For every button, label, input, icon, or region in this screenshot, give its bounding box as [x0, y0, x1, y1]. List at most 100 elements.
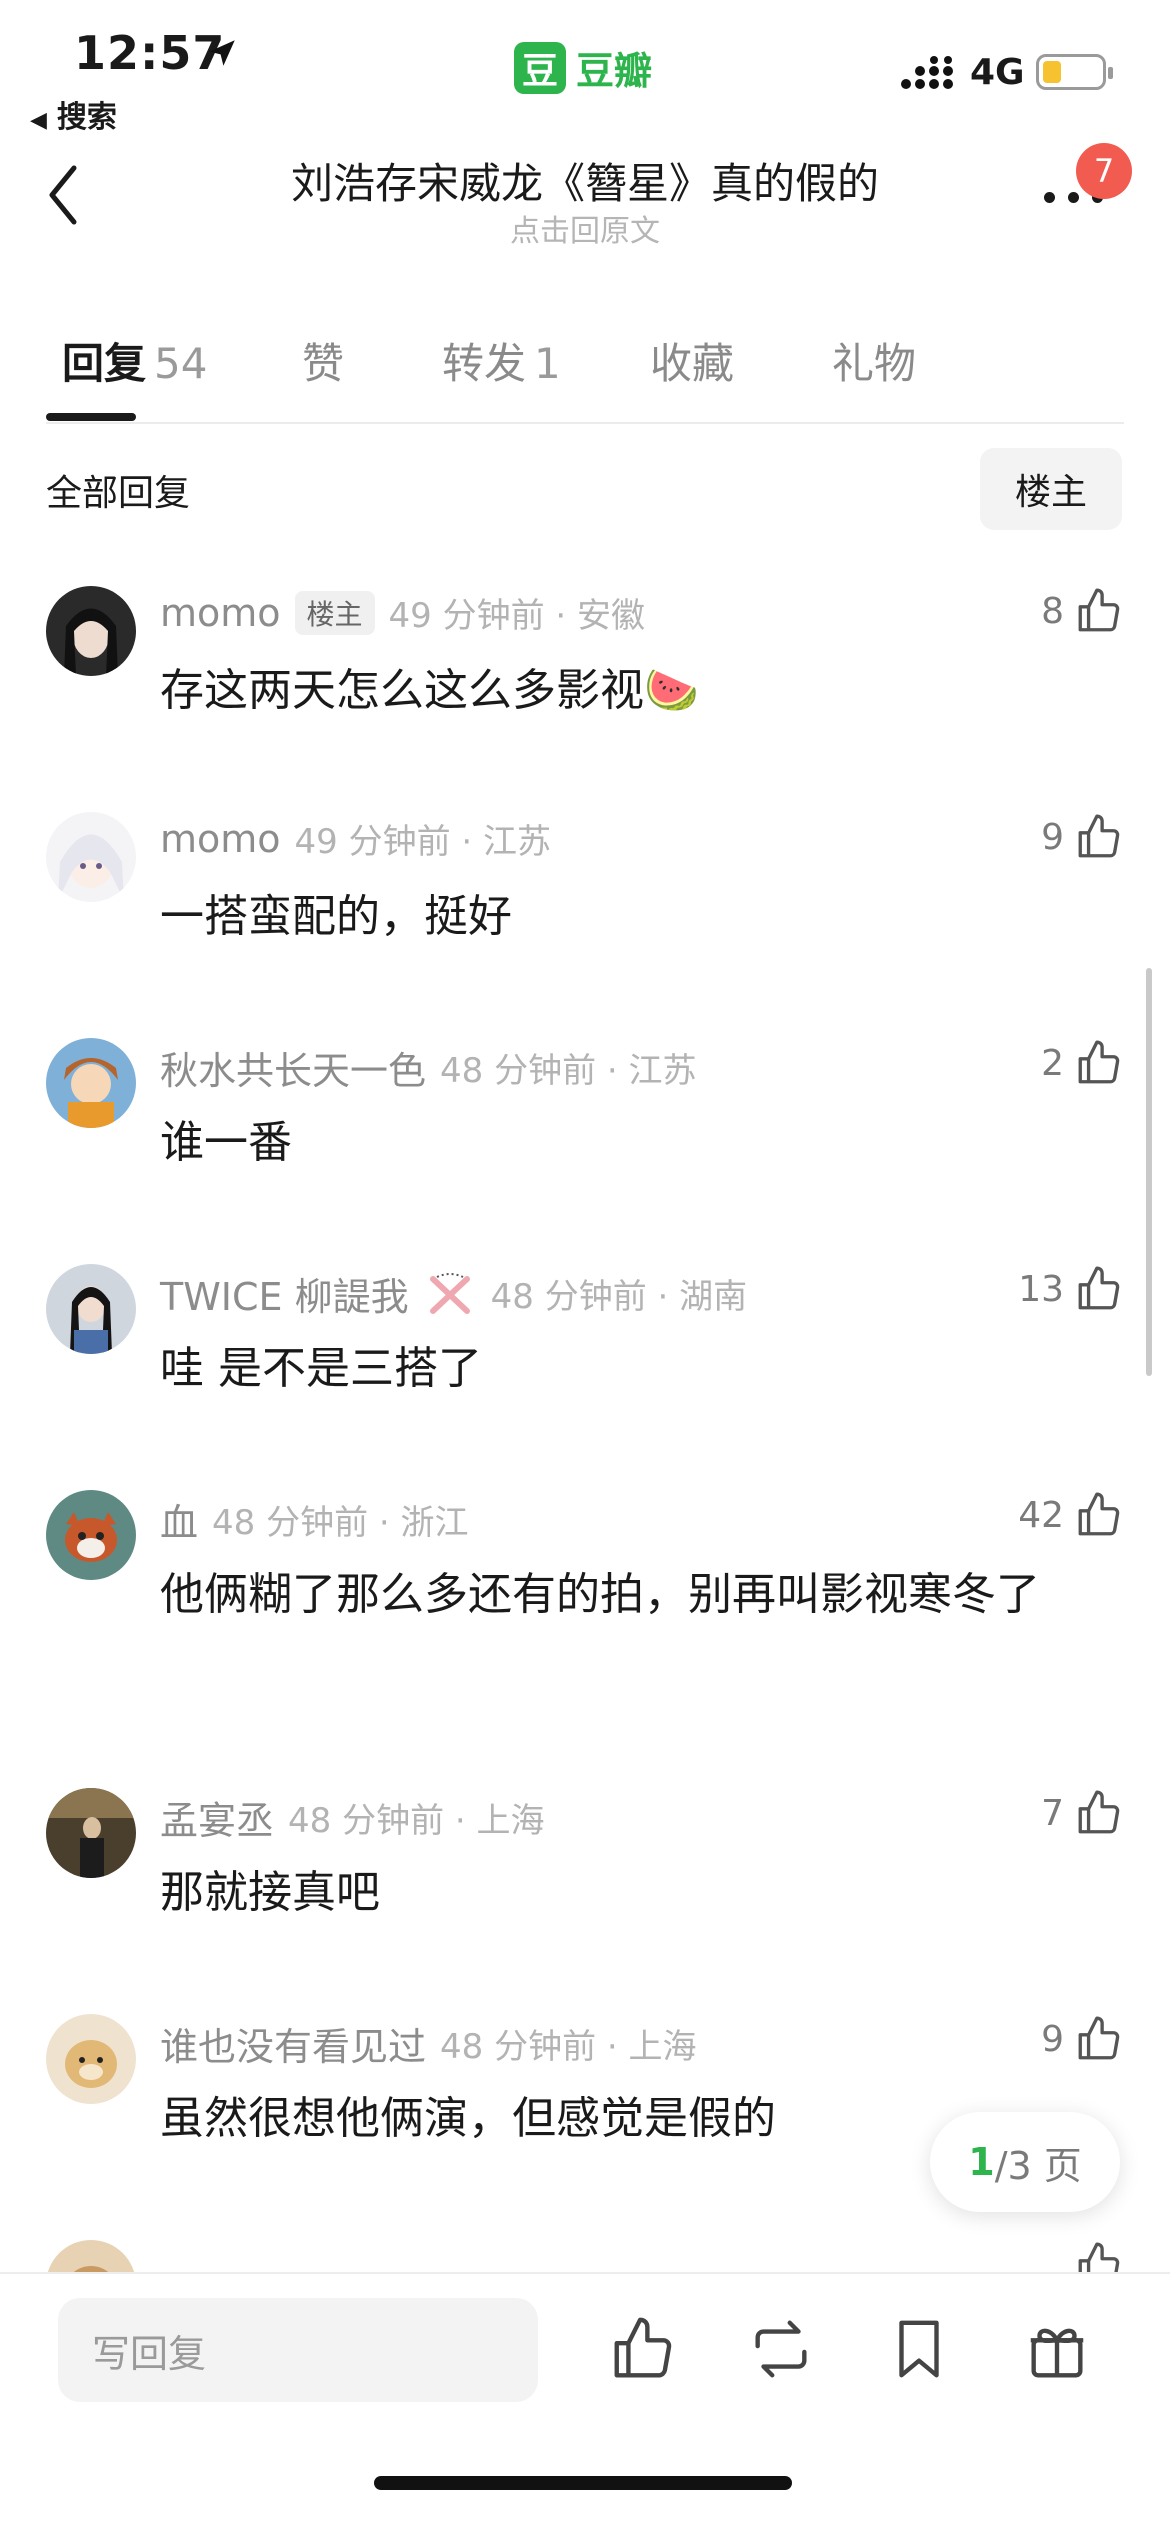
back-to-original-link[interactable]: 点击回原文: [0, 206, 1170, 250]
status-bar: 12:57 ◀ 搜索 豆 豆瓣 4G: [0, 0, 1170, 140]
app-logo: 豆 豆瓣: [514, 40, 652, 95]
repost-icon[interactable]: [746, 2314, 816, 2384]
thumbs-up-icon: [1078, 1266, 1120, 1310]
like-count: 7: [1041, 1792, 1064, 1834]
like-count: 9: [1041, 816, 1064, 858]
comment-time-location: 49 分钟前 · 安徽: [388, 596, 646, 636]
comment-meta: 谁也没有看见过 48 分钟前 · 上海: [160, 2016, 697, 2071]
pagination-indicator[interactable]: 1/3 页: [930, 2112, 1120, 2212]
comment-time-location: 49 分钟前 · 江苏: [294, 822, 552, 862]
section-title: 全部回复: [46, 473, 191, 514]
back-app-label: 搜索: [56, 100, 117, 135]
like-button[interactable]: 9: [1041, 812, 1124, 862]
comment-text: 谁一番: [160, 1117, 292, 1168]
comment-author[interactable]: 血: [160, 1492, 198, 1547]
avatar[interactable]: [46, 586, 136, 676]
op-badge: 楼主: [294, 590, 375, 635]
back-to-app-button[interactable]: ◀ 搜索: [30, 92, 117, 136]
scrollbar[interactable]: [1146, 968, 1152, 1376]
status-time: 12:57: [74, 26, 226, 80]
gift-icon[interactable]: [1022, 2314, 1092, 2384]
crossed-badge-icon: [429, 1272, 470, 1314]
thumbs-up-icon: [1078, 2016, 1120, 2060]
comment-text: 存这两天怎么这么多影视🍉: [160, 665, 699, 716]
comment-author[interactable]: 秋水共长天一色: [160, 1040, 426, 1095]
comment-time-location: 48 分钟前 · 湖南: [490, 1277, 748, 1317]
like-button[interactable]: 13: [1018, 1264, 1124, 1314]
current-page: 1: [968, 2140, 995, 2184]
notification-badge: 7: [1076, 143, 1132, 199]
tab-likes[interactable]: 赞: [302, 330, 344, 391]
back-triangle-icon: ◀: [30, 108, 47, 133]
tab-replies-count: 54: [154, 339, 208, 388]
tab-collections[interactable]: 收藏: [650, 330, 734, 391]
comment-text: 那就接真吧: [160, 1867, 380, 1918]
tabs-divider: [46, 422, 1124, 424]
comment-time-location: 48 分钟前 · 上海: [288, 1801, 545, 1841]
thumbs-up-icon: [1078, 1790, 1120, 1834]
network-type: 4G: [970, 52, 1025, 93]
comment-time-location: 48 分钟前 · 江苏: [440, 1051, 697, 1091]
comment-time-location: 48 分钟前 · 上海: [440, 2027, 697, 2067]
like-post-icon[interactable]: [608, 2314, 678, 2384]
comment-author[interactable]: TWICE 柳諟我: [160, 1266, 409, 1321]
active-tab-indicator: [46, 413, 136, 421]
tab-bar: 回复 54 赞 转发 1 收藏 礼物: [46, 322, 1126, 422]
like-count: 8: [1041, 590, 1064, 632]
location-arrow-icon: [209, 40, 235, 66]
battery-icon: [1036, 54, 1113, 90]
like-button[interactable]: 8: [1041, 586, 1124, 636]
like-count: 2: [1041, 1042, 1064, 1084]
douban-logo-icon: 豆: [514, 41, 566, 94]
tab-replies-label: 回复: [62, 339, 147, 388]
tab-gifts[interactable]: 礼物: [832, 330, 916, 391]
comment-meta: 秋水共长天一色 48 分钟前 · 江苏: [160, 1040, 697, 1095]
reply-input[interactable]: 写回复: [58, 2298, 538, 2402]
tab-replies[interactable]: 回复 54: [62, 330, 207, 391]
comment-meta: 孟宴丞 48 分钟前 · 上海: [160, 1790, 545, 1845]
app-name: 豆瓣: [576, 49, 653, 93]
tab-reposts-label: 转发: [442, 339, 527, 388]
tab-gifts-label: 礼物: [832, 339, 917, 388]
avatar[interactable]: [46, 1490, 136, 1580]
comment-author[interactable]: momo: [160, 817, 281, 861]
home-indicator[interactable]: [374, 2476, 792, 2490]
like-count: 9: [1041, 2018, 1064, 2060]
like-count: 13: [1018, 1268, 1064, 1310]
comment-meta: 血 48 分钟前 · 浙江: [160, 1492, 469, 1547]
bottom-action-bar: 写回复: [0, 2272, 1170, 2532]
like-button[interactable]: 42: [1018, 1490, 1124, 1540]
tab-likes-label: 赞: [302, 339, 345, 388]
comment-meta: momo 49 分钟前 · 江苏: [160, 814, 551, 863]
tab-collections-label: 收藏: [650, 339, 735, 388]
like-count: 42: [1018, 1494, 1064, 1536]
comment-text: 一搭蛮配的，挺好: [160, 891, 512, 942]
bookmark-icon[interactable]: [884, 2314, 954, 2384]
like-button[interactable]: 2: [1041, 1038, 1124, 1088]
comment-author[interactable]: momo: [160, 591, 281, 635]
avatar[interactable]: [46, 1788, 136, 1878]
thumbs-up-icon: [1078, 588, 1120, 632]
comment-author[interactable]: 孟宴丞: [160, 1790, 274, 1845]
avatar[interactable]: [46, 1264, 136, 1354]
comment-text: 哇 是不是三搭了: [160, 1343, 482, 1394]
total-pages: /3 页: [994, 2143, 1082, 2188]
page-title: 刘浩存宋威龙《簪星》真的假的: [290, 159, 879, 208]
comment-time-location: 48 分钟前 · 浙江: [212, 1503, 469, 1543]
like-button[interactable]: 9: [1041, 2014, 1124, 2064]
thumbs-up-icon: [1078, 1040, 1120, 1084]
avatar[interactable]: [46, 1038, 136, 1128]
tab-reposts-count: 1: [534, 339, 561, 388]
thumbs-up-icon: [1078, 814, 1120, 858]
comment-text: 他俩糊了那么多还有的拍，别再叫影视寒冬了: [160, 1569, 1040, 1620]
avatar[interactable]: [46, 812, 136, 902]
comment-meta: TWICE 柳諟我 48 分钟前 · 湖南: [160, 1266, 747, 1321]
thumbs-up-icon: [1078, 1492, 1120, 1536]
op-only-filter-button[interactable]: 楼主: [980, 448, 1122, 530]
comment-author[interactable]: 谁也没有看见过: [160, 2016, 426, 2071]
like-button[interactable]: 7: [1041, 1788, 1124, 1838]
signal-strength-icon: [901, 56, 953, 89]
avatar[interactable]: [46, 2014, 136, 2104]
tab-reposts[interactable]: 转发 1: [442, 330, 561, 391]
comment-meta: momo 楼主 49 分钟前 · 安徽: [160, 588, 645, 637]
